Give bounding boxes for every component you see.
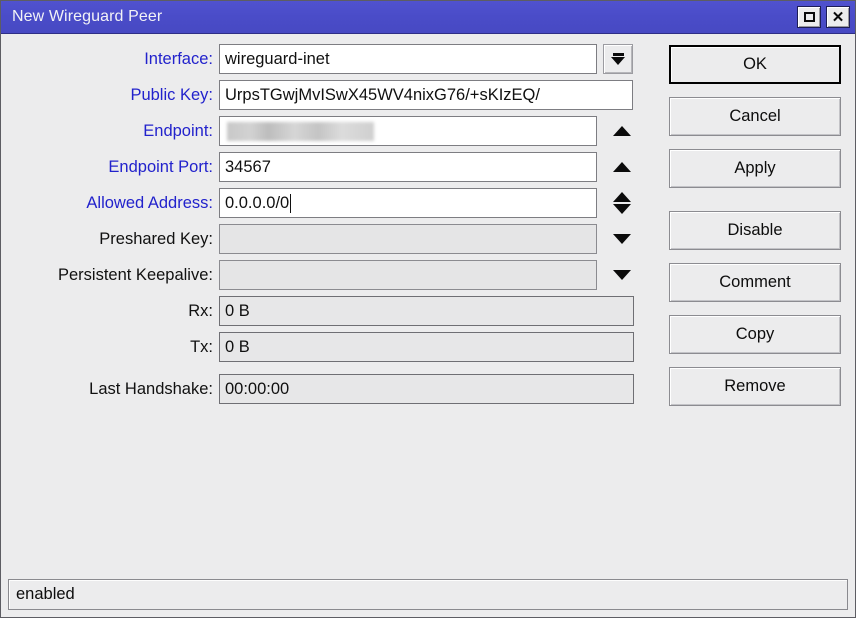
ok-button[interactable]: OK (669, 45, 841, 84)
field-wrap-endpoint (219, 116, 661, 146)
field-wrap-last-handshake: 00:00:00 (219, 374, 661, 404)
new-wireguard-peer-dialog: New Wireguard Peer ✕ Interface: wireguar… (0, 0, 856, 618)
button-column: OK Cancel Apply Disable Comment Copy Rem… (669, 45, 841, 419)
form-row-preshared-key: Preshared Key: (1, 223, 661, 255)
arrow-up-icon (613, 192, 631, 202)
arrow-up-icon (613, 126, 631, 136)
field-wrap-endpoint-port: 34567 (219, 152, 661, 182)
window-title: New Wireguard Peer (12, 8, 163, 25)
titlebar[interactable]: New Wireguard Peer ✕ (1, 1, 855, 34)
arrow-down-icon (613, 204, 631, 214)
label-last-handshake: Last Handshake: (89, 379, 213, 398)
label-public-key: Public Key: (130, 85, 213, 104)
endpoint-redacted-value (227, 121, 374, 141)
field-wrap-allowed-address: 0.0.0.0/0 (219, 188, 661, 218)
form-row-persistent-keepalive: Persistent Keepalive: (1, 259, 661, 291)
cancel-button[interactable]: Cancel (669, 97, 841, 136)
dialog-body: Interface: wireguard-inet Public Key: Ur… (1, 34, 855, 575)
tx-value: 0 B (219, 332, 634, 362)
field-wrap-persistent-keepalive (219, 260, 661, 290)
allowed-address-spinner[interactable] (605, 192, 639, 214)
form-row-endpoint-port: Endpoint Port: 34567 (1, 151, 661, 183)
endpoint-input[interactable] (219, 116, 597, 146)
persistent-keepalive-input[interactable] (219, 260, 597, 290)
dropdown-arrow-icon (611, 53, 625, 65)
form-row-allowed-address: Allowed Address: 0.0.0.0/0 (1, 187, 661, 219)
text-caret (290, 193, 292, 213)
label-endpoint: Endpoint: (143, 121, 213, 140)
form-row-tx: Tx: 0 B (1, 331, 661, 363)
allowed-address-input[interactable]: 0.0.0.0/0 (219, 188, 597, 218)
remove-button[interactable]: Remove (669, 367, 841, 406)
persistent-keepalive-spinner[interactable] (605, 270, 639, 280)
preshared-key-spinner[interactable] (605, 234, 639, 244)
apply-button[interactable]: Apply (669, 149, 841, 188)
last-handshake-value: 00:00:00 (219, 374, 634, 404)
label-tx: Tx: (190, 337, 213, 356)
close-button[interactable]: ✕ (826, 6, 850, 28)
arrow-down-icon (613, 270, 631, 280)
form-row-interface: Interface: wireguard-inet (1, 43, 661, 75)
form-row-endpoint: Endpoint: (1, 115, 661, 147)
endpoint-spinner[interactable] (605, 126, 639, 136)
interface-dropdown-button[interactable] (603, 44, 633, 74)
field-wrap-rx: 0 B (219, 296, 661, 326)
label-allowed-address: Allowed Address: (86, 193, 213, 212)
copy-button[interactable]: Copy (669, 315, 841, 354)
label-preshared-key: Preshared Key: (99, 229, 213, 248)
label-rx: Rx: (188, 301, 213, 320)
preshared-key-input[interactable] (219, 224, 597, 254)
arrow-up-icon (613, 162, 631, 172)
field-wrap-preshared-key (219, 224, 661, 254)
label-interface: Interface: (144, 49, 213, 68)
label-endpoint-port: Endpoint Port: (108, 157, 213, 176)
interface-input[interactable]: wireguard-inet (219, 44, 597, 74)
form-row-public-key: Public Key: UrpsTGwjMvISwX45WV4nixG76/+s… (1, 79, 661, 111)
disable-button[interactable]: Disable (669, 211, 841, 250)
label-persistent-keepalive: Persistent Keepalive: (57, 265, 213, 284)
maximize-button[interactable] (797, 6, 821, 28)
arrow-down-icon (613, 234, 631, 244)
endpoint-port-input[interactable]: 34567 (219, 152, 597, 182)
comment-button[interactable]: Comment (669, 263, 841, 302)
field-wrap-interface: wireguard-inet (219, 44, 661, 74)
form-row-last-handshake: Last Handshake: 00:00:00 (1, 373, 661, 405)
close-icon: ✕ (831, 8, 845, 26)
allowed-address-value: 0.0.0.0/0 (225, 193, 290, 212)
field-wrap-tx: 0 B (219, 332, 661, 362)
rx-value: 0 B (219, 296, 634, 326)
public-key-input[interactable]: UrpsTGwjMvISwX45WV4nixG76/+sKIzEQ/ (219, 80, 633, 110)
field-wrap-public-key: UrpsTGwjMvISwX45WV4nixG76/+sKIzEQ/ (219, 80, 661, 110)
endpoint-port-spinner[interactable] (605, 162, 639, 172)
form-row-rx: Rx: 0 B (1, 295, 661, 327)
statusbar: enabled (1, 575, 855, 617)
peer-form: Interface: wireguard-inet Public Key: Ur… (1, 43, 661, 409)
maximize-icon (803, 12, 815, 22)
status-text: enabled (8, 579, 848, 610)
titlebar-buttons: ✕ (797, 6, 850, 28)
